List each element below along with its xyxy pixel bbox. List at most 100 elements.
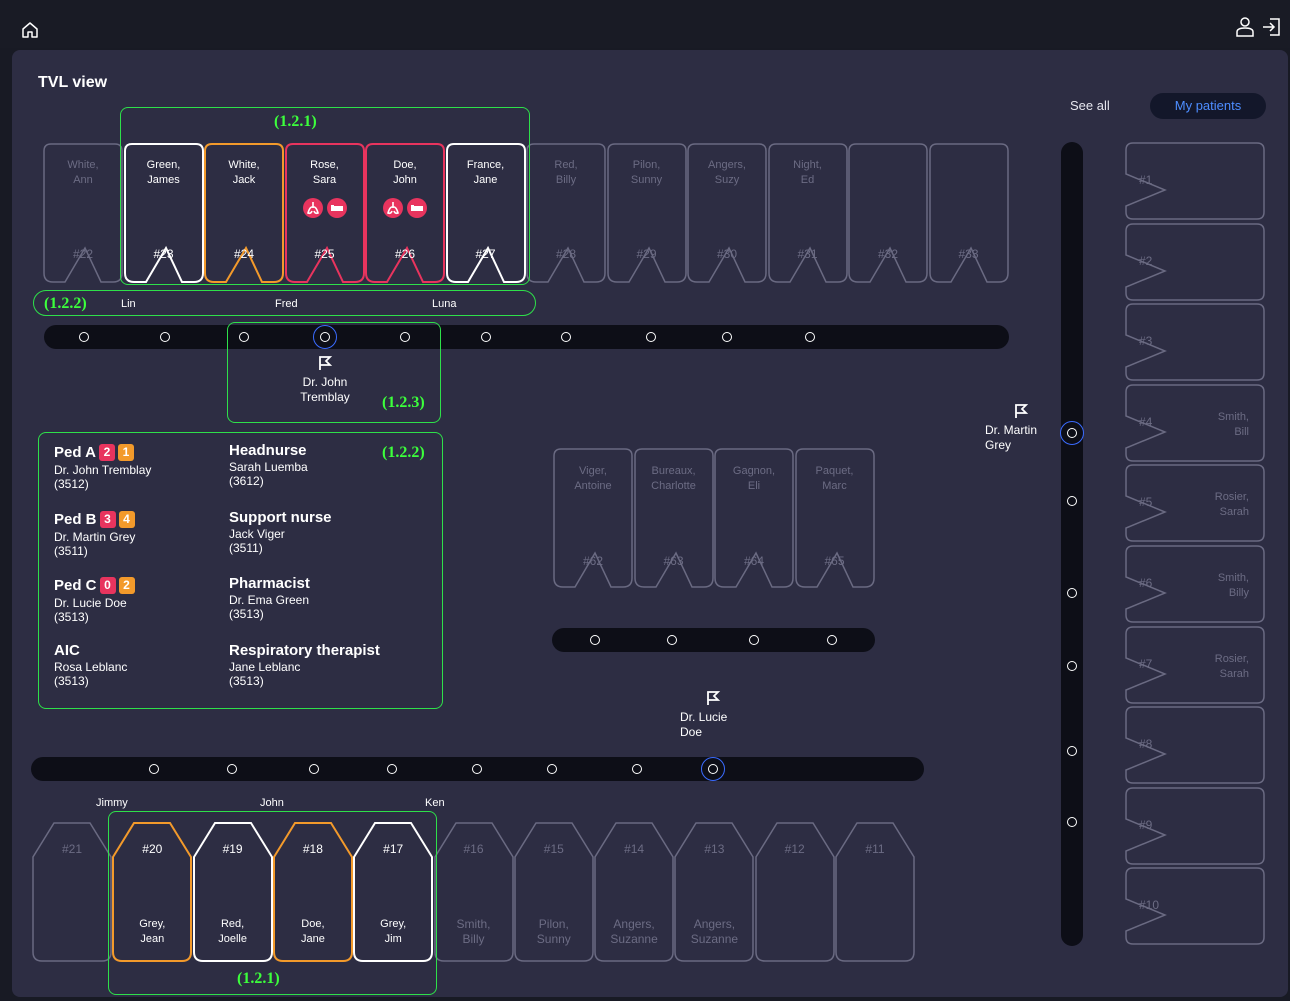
bed-number: #32 <box>877 247 899 261</box>
bed-slot-dot[interactable] <box>722 332 732 342</box>
bed-slot-dot[interactable] <box>472 764 482 774</box>
bed-number: #6 <box>1139 576 1153 590</box>
bed-slot-dot[interactable] <box>387 764 397 774</box>
top-bed-rail <box>44 325 1009 349</box>
bed-card-right[interactable]: #3 <box>1125 303 1265 381</box>
bed-slot-dot[interactable] <box>632 764 642 774</box>
bed-number: #28 <box>555 247 577 261</box>
bed-number: #8 <box>1139 737 1153 752</box>
bed-number: #5 <box>1139 495 1153 510</box>
bed-number: #30 <box>716 247 738 261</box>
bed-number: #10 <box>1139 898 1160 913</box>
bed-number: #12 <box>784 842 805 856</box>
annotation-label: (1.2.2) <box>382 444 425 461</box>
bed-number: #1 <box>1139 173 1153 187</box>
patient-name: Pilon, Sunny <box>536 917 571 946</box>
bed-slot-dot[interactable] <box>805 332 815 342</box>
bed-card-right[interactable]: #5 Rosier, Sarah <box>1125 464 1265 543</box>
page-title: TVL view <box>38 74 108 91</box>
bed-card-top[interactable]: #33 <box>928 143 1009 283</box>
bed-number: #14 <box>624 842 645 856</box>
bed-card-right[interactable]: #10 <box>1125 867 1265 946</box>
bed-card-bottom[interactable]: #14 Angers, Suzanne <box>594 822 674 962</box>
bed-slot-dot[interactable] <box>1067 588 1077 598</box>
bed-slot-dot[interactable] <box>227 764 237 774</box>
annotation-label: (1.2.2) <box>44 295 87 312</box>
bed-card-right[interactable]: #1 <box>1125 142 1265 220</box>
bed-slot-dot[interactable] <box>749 635 759 645</box>
bed-card-bottom[interactable]: #13 Angers, Suzanne <box>674 822 755 962</box>
patient-name: Pilon, Sunny <box>630 159 663 186</box>
bed-card-mid[interactable]: Bureaux, Charlotte #63 <box>633 448 714 588</box>
bed-slot-dot[interactable] <box>79 332 89 342</box>
annotation-label: (1.2.3) <box>382 394 425 411</box>
flag-icon <box>707 691 721 705</box>
bed-slot-dot[interactable] <box>1067 496 1077 506</box>
bed-slot-dot[interactable] <box>309 764 319 774</box>
patient-name: Angers, Suzy <box>708 159 746 186</box>
bed-slot-dot[interactable] <box>481 332 491 342</box>
annotation-label: (1.2.1) <box>237 970 280 987</box>
bed-number: #33 <box>958 247 979 261</box>
top-bar <box>0 0 1290 48</box>
bed-card-bottom[interactable]: #11 <box>835 822 915 962</box>
patient-name: Smith, Billy <box>1217 572 1249 599</box>
bed-slot-dot[interactable] <box>1067 817 1077 827</box>
bed-number: #29 <box>636 247 657 261</box>
my-patients-filter[interactable]: My patients <box>1150 93 1266 119</box>
bed-slot-dot[interactable] <box>590 635 600 645</box>
see-all-filter[interactable]: See all <box>1070 98 1110 113</box>
logout-icon[interactable] <box>1260 16 1282 38</box>
bed-slot-dot[interactable] <box>827 635 837 645</box>
flag-icon <box>1015 404 1029 418</box>
patient-name: Red, Billy <box>554 159 578 186</box>
patient-name: Smith, Billy <box>456 917 491 946</box>
doctor-marker-grey[interactable]: Dr. Martin Grey <box>985 403 1057 453</box>
patient-name: Night, Ed <box>793 159 822 186</box>
bed-card-right[interactable]: #9 <box>1125 787 1265 865</box>
bed-card-right[interactable]: #6 Smith, Billy <box>1125 545 1265 623</box>
bed-slot-dot[interactable] <box>646 332 656 342</box>
bed-card-top[interactable]: Night, Ed #31 <box>767 143 848 283</box>
bed-card-mid[interactable]: Gagnon, Eli #64 <box>714 448 794 588</box>
bed-slot-dot[interactable] <box>149 764 159 774</box>
bed-card-bottom[interactable]: #16 Smith, Billy <box>433 822 514 962</box>
patient-name: Rosier, Sarah <box>1214 652 1249 680</box>
user-icon[interactable] <box>1234 16 1256 38</box>
bed-slot-dot[interactable] <box>1067 746 1077 756</box>
bed-number: #65 <box>824 554 845 568</box>
bed-number: #11 <box>865 842 885 856</box>
bed-number: #4 <box>1139 414 1153 429</box>
bed-card-top[interactable]: White, Ann #22 <box>43 143 123 283</box>
patient-name: Gagnon, Eli <box>732 465 776 492</box>
bed-card-right[interactable]: #4 Smith, Bill <box>1125 384 1265 462</box>
patient-name: Rosier, Sarah <box>1214 491 1249 519</box>
home-icon[interactable] <box>20 20 40 40</box>
nurse-label: Jimmy <box>96 797 128 809</box>
doctor-marker-doe[interactable]: Dr. Lucie Doe <box>680 690 746 740</box>
bed-card-right[interactable]: #2 <box>1125 222 1265 301</box>
bed-card-top[interactable]: Angers, Suzy #30 <box>687 143 767 283</box>
bed-card-bottom[interactable]: #12 <box>754 822 835 962</box>
bed-slot-dot[interactable] <box>547 764 557 774</box>
patient-name: Angers, Suzanne <box>690 917 739 946</box>
bed-number: #64 <box>743 554 765 568</box>
bed-card-bottom[interactable]: #21 <box>32 822 112 962</box>
bed-slot-dot[interactable] <box>667 635 677 645</box>
bed-card-right[interactable]: #7 Rosier, Sarah <box>1125 625 1265 704</box>
bed-card-top[interactable]: #32 <box>848 143 928 283</box>
bed-card-top[interactable]: Pilon, Sunny #29 <box>606 143 687 283</box>
bed-card-right[interactable]: #8 <box>1125 706 1265 784</box>
bed-card-top[interactable]: Red, Billy #28 <box>526 143 606 283</box>
bed-slot-dot[interactable] <box>1067 661 1077 671</box>
bed-number: #31 <box>797 247 818 261</box>
bed-card-bottom[interactable]: #15 Pilon, Sunny <box>514 822 594 962</box>
bed-card-mid[interactable]: Viger, Antoine #62 <box>553 448 633 588</box>
bed-card-mid[interactable]: Paquet, Marc #65 <box>794 448 875 588</box>
bed-slot-dot[interactable] <box>561 332 571 342</box>
bed-slot-dot[interactable] <box>160 332 170 342</box>
doctor-name: Dr. Martin Grey <box>985 423 1038 452</box>
doctor-name: Dr. Lucie Doe <box>680 710 728 739</box>
annotation-box-bottom-beds <box>108 811 437 995</box>
bed-number: #13 <box>704 842 725 856</box>
